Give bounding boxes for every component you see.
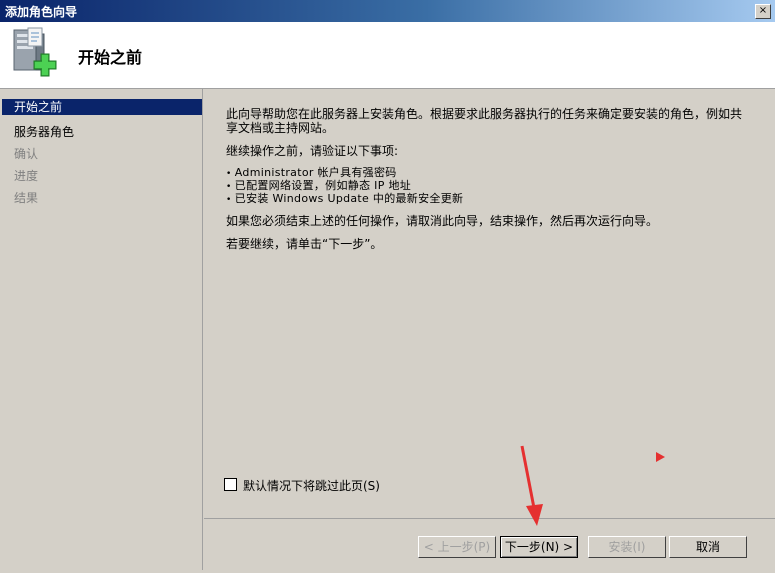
wizard-content: 此向导帮助您在此服务器上安装角色。根据要求此服务器执行的任务来确定要安装的角色，… bbox=[204, 89, 775, 517]
wizard-header: 开始之前 bbox=[0, 22, 775, 89]
skip-page-label[interactable]: 默认情况下将跳过此页(S) bbox=[243, 477, 380, 494]
wizard-steps-sidebar: 开始之前 服务器角色 确认 进度 结果 bbox=[2, 89, 203, 570]
step-progress: 进度 bbox=[14, 169, 39, 183]
cancel-button[interactable]: 取消 bbox=[669, 536, 747, 558]
cancel-instructions: 如果您必须结束上述的任何操作，请取消此向导，结束操作，然后再次运行向导。 bbox=[226, 214, 659, 228]
next-button[interactable]: 下一步(N) > bbox=[500, 536, 578, 558]
continue-instructions: 若要继续，请单击“下一步”。 bbox=[226, 237, 383, 251]
checklist-item-updates: 已安装 Windows Update 中的最新安全更新 bbox=[226, 193, 746, 206]
step-confirmation: 确认 bbox=[14, 147, 39, 161]
step-server-roles[interactable]: 服务器角色 bbox=[2, 121, 202, 143]
previous-button[interactable]: < 上一步(P) bbox=[418, 536, 496, 558]
step-before-you-begin[interactable]: 开始之前 bbox=[2, 99, 202, 115]
title-bar[interactable]: 添加角色向导 × bbox=[0, 0, 775, 22]
wizard-button-bar: < 上一步(P) 下一步(N) > 安装(I) 取消 bbox=[204, 518, 775, 573]
close-button[interactable]: × bbox=[755, 4, 771, 19]
page-title: 开始之前 bbox=[78, 48, 143, 67]
checklist-lead: 继续操作之前，请验证以下事项: bbox=[226, 144, 399, 158]
server-add-icon bbox=[13, 27, 57, 77]
step-results: 结果 bbox=[14, 191, 39, 205]
checklist: Administrator 帐户具有强密码 已配置网络设置，例如静态 IP 地址… bbox=[226, 167, 746, 206]
skip-page-checkbox[interactable] bbox=[224, 478, 237, 491]
intro-text: 此向导帮助您在此服务器上安装角色。根据要求此服务器执行的任务来确定要安装的角色，… bbox=[226, 107, 743, 135]
red-triangle-marker bbox=[656, 452, 665, 462]
window-title: 添加角色向导 bbox=[5, 5, 78, 19]
add-roles-wizard-window: 添加角色向导 × 开始之前 开始之前 服务器角色 确认 进度 结果 此向导帮助您… bbox=[0, 0, 775, 573]
install-button[interactable]: 安装(I) bbox=[588, 536, 666, 558]
